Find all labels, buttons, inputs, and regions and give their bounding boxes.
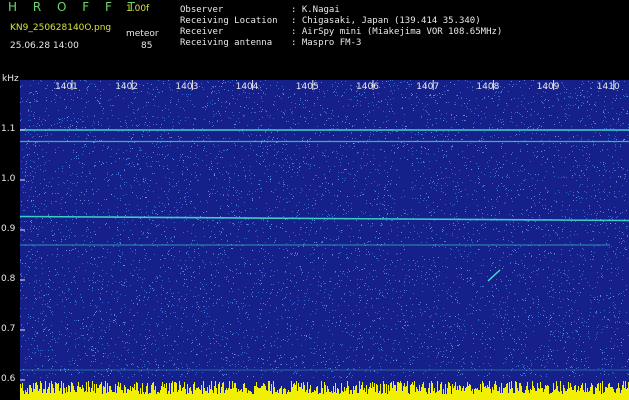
y-tick-label: 1.0 [1,174,16,184]
field-key-receiver: Receiver [180,27,224,37]
x-tick-label: 1409 [536,82,560,92]
field-key-antenna: Receiving antenna [180,38,273,48]
y-unit-label: kHz [2,74,19,84]
y-tick-label: 0.9 [1,224,16,234]
field-value-receiver: : AirSpy mini (Miakejima VOR 108.65MHz) [291,27,503,37]
image-filename: KN9_250628140O.png [10,23,112,33]
field-key-location: Receiving Location [180,16,278,26]
y-tick-label: 1.1 [1,124,16,134]
header-panel: H R O F F T 1.00f KN9_250628140O.png met… [0,0,629,74]
x-tick-label: 1402 [115,82,139,92]
x-tick-label: 1406 [356,82,379,92]
x-tick-label: 1404 [235,82,259,92]
field-value-observer: : K.Nagai [291,5,340,15]
spectrogram [20,80,629,400]
x-tick-label: 1405 [295,82,319,92]
field-key-observer: Observer [180,5,224,15]
field-value-location: : Chigasaki, Japan (139.414 35.340) [291,16,481,26]
meteor-label: meteor [126,29,159,39]
observation-datetime: 25.06.28 14:00 [10,41,79,51]
app-version: 1.00f [126,4,150,14]
y-tick-label: 0.7 [1,324,16,334]
field-value-antenna: : Maspro FM-3 [291,38,362,48]
app-brand: H R O F F T [8,0,142,14]
x-tick-label: 1403 [175,82,199,92]
meteor-count: 85 [141,41,153,51]
x-tick-label: 1410 [596,82,620,92]
x-tick-label: 1401 [55,82,78,92]
x-tick-label: 1408 [476,82,500,92]
y-tick-label: 0.6 [1,374,16,384]
x-tick-label: 1407 [416,82,440,92]
y-tick-label: 0.8 [1,274,16,284]
